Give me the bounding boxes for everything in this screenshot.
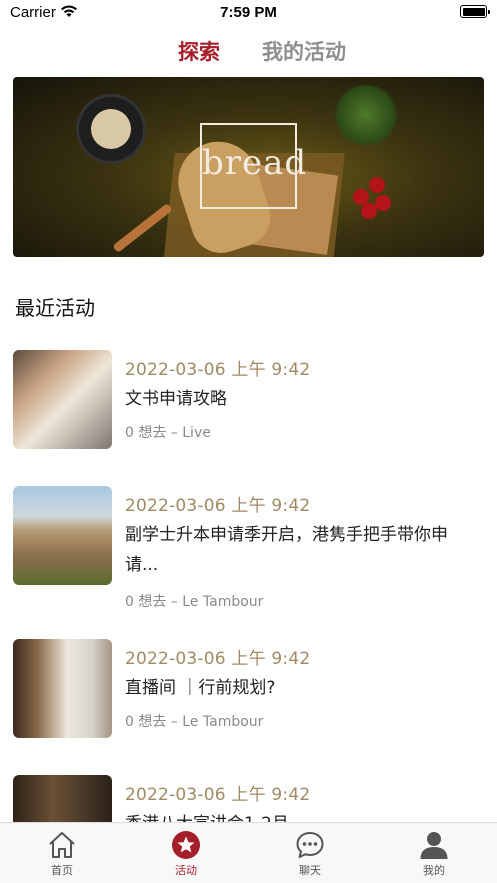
tab-me[interactable]: 我的 — [372, 823, 496, 883]
activity-meta: 0 想去 – Live — [125, 425, 211, 441]
activity-thumbnail — [13, 486, 112, 585]
activity-meta: 0 想去 – Le Tambour — [125, 714, 264, 730]
tab-home[interactable]: 首页 — [0, 823, 124, 883]
activity-title: 文书申请攻略 — [125, 389, 227, 409]
activity-title: 直播间 ｜行前规划? — [125, 678, 276, 698]
banner-tomato — [361, 203, 377, 219]
activity-date: 2022-03-06 上午 9:42 — [125, 360, 311, 380]
banner-herbs — [331, 85, 401, 145]
clock: 7:59 PM — [220, 4, 277, 21]
person-icon — [420, 832, 448, 859]
activity-thumbnail — [13, 350, 112, 449]
tab-activities-label: 活动 — [175, 864, 197, 877]
bread-logo-text: bread — [202, 143, 308, 183]
tab-chat[interactable]: 聊天 — [248, 823, 372, 883]
activity-item[interactable]: 2022-03-06 上午 9:42 副学士升本申请季开启，港隽手把手带你申请.… — [0, 486, 497, 610]
bread-logo: bread — [200, 123, 308, 209]
section-title: 最近活动 — [15, 296, 95, 320]
status-bar: Carrier 7:59 PM — [0, 0, 497, 26]
top-tabs: 探索 我的活动 — [0, 36, 497, 68]
activity-item[interactable]: 2022-03-06 上午 9:42 文书申请攻略 0 想去 – Live — [0, 350, 497, 460]
banner-image[interactable]: bread — [13, 77, 484, 257]
battery-icon — [460, 5, 490, 18]
banner-tomato — [369, 177, 385, 193]
home-icon — [49, 832, 75, 858]
app-screen: Carrier 7:59 PM 探索 我的活动 bread 最近活动 2022-… — [0, 0, 497, 883]
activity-date: 2022-03-06 上午 9:42 — [125, 496, 311, 516]
tab-explore[interactable]: 探索 — [178, 36, 220, 66]
bottom-tab-bar: 首页 活动 聊天 我的 — [0, 822, 497, 883]
tab-me-label: 我的 — [423, 864, 445, 877]
banner-rolling-pin — [112, 202, 173, 254]
tab-my-activities[interactable]: 我的活动 — [262, 36, 346, 66]
activity-meta: 0 想去 – Le Tambour — [125, 594, 264, 610]
tab-chat-label: 聊天 — [299, 864, 321, 877]
activity-thumbnail — [13, 639, 112, 738]
activity-date: 2022-03-06 上午 9:42 — [125, 785, 311, 805]
activity-item[interactable]: 2022-03-06 上午 9:42 直播间 ｜行前规划? 0 想去 – Le … — [0, 639, 497, 749]
activity-title: 副学士升本申请季开启，港隽手把手带你申请... — [125, 525, 448, 575]
tab-activities[interactable]: 活动 — [124, 823, 248, 883]
star-icon — [172, 831, 200, 859]
activity-date: 2022-03-06 上午 9:42 — [125, 649, 311, 669]
chat-icon — [296, 832, 324, 858]
banner-tomato — [375, 195, 391, 211]
banner-coffee-cup — [79, 97, 143, 161]
tab-home-label: 首页 — [51, 864, 73, 877]
